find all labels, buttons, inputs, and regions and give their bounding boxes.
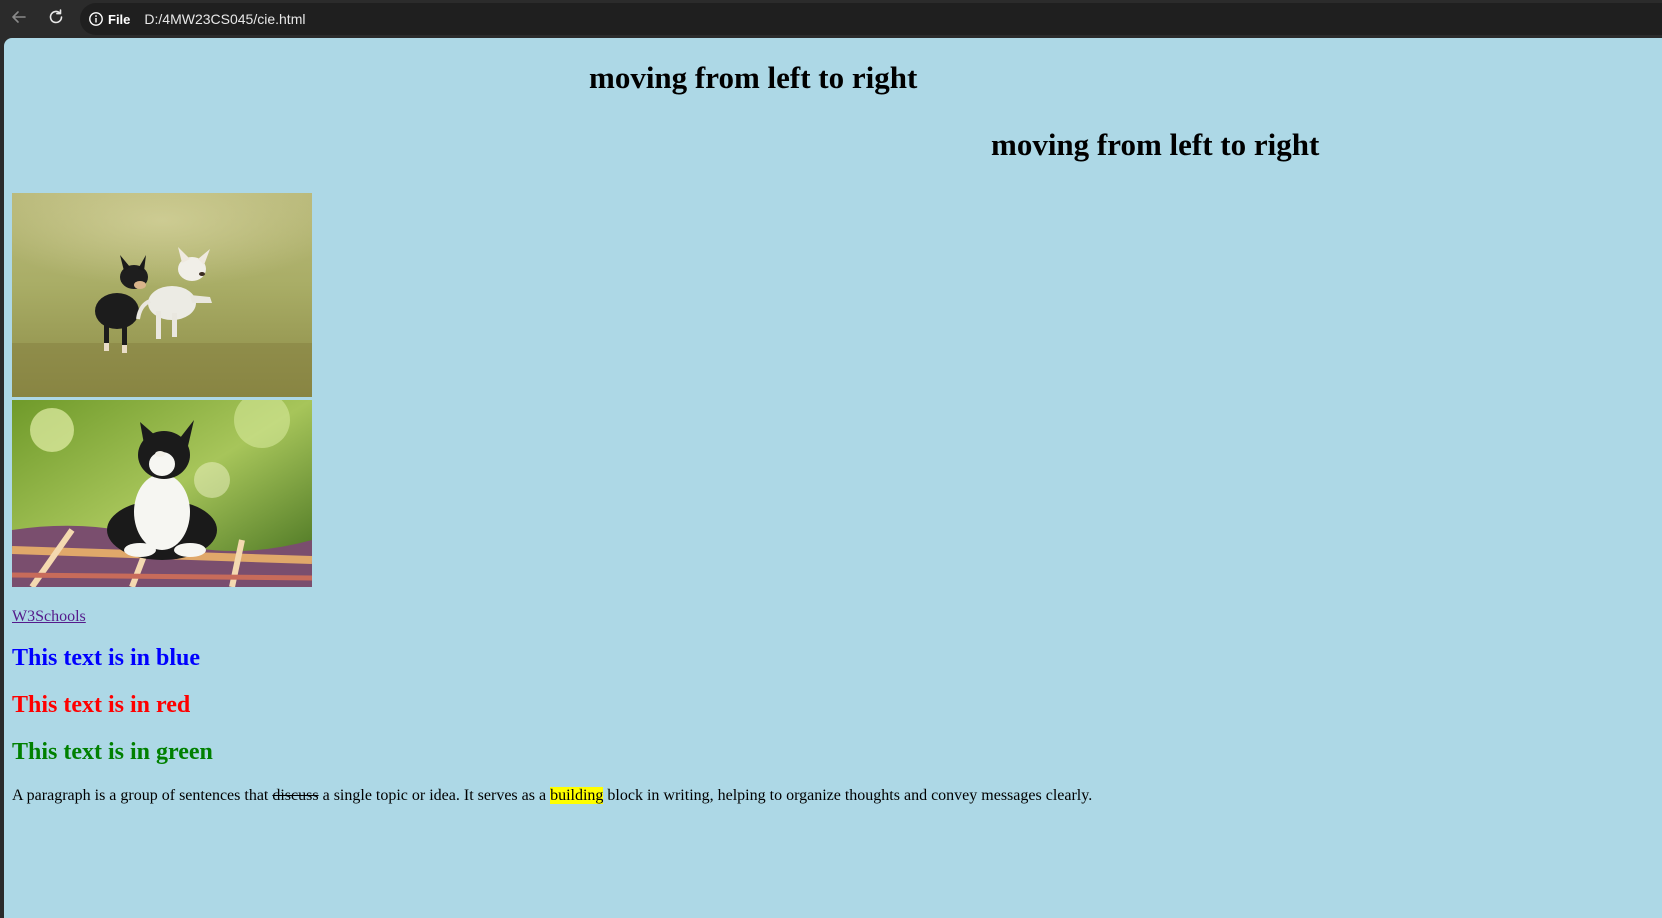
page-viewport: moving from left to right moving from le… bbox=[4, 38, 1662, 918]
marquee-heading-2: moving from left to right bbox=[991, 127, 1320, 162]
address-bar[interactable]: File D:/4MW23CS045/cie.html bbox=[80, 3, 1662, 35]
red-heading: This text is in red bbox=[12, 692, 191, 718]
reload-button[interactable] bbox=[43, 6, 69, 32]
marquee-heading-1: moving from left to right bbox=[589, 60, 918, 95]
back-arrow-icon bbox=[10, 8, 28, 31]
paragraph-text-1: A paragraph is a group of sentences that bbox=[12, 787, 273, 804]
w3schools-link[interactable]: W3Schools bbox=[12, 608, 86, 626]
back-button[interactable] bbox=[6, 6, 32, 32]
blue-heading: This text is in blue bbox=[12, 645, 201, 671]
url-text[interactable]: D:/4MW23CS045/cie.html bbox=[144, 11, 305, 27]
green-heading: This text is in green bbox=[12, 739, 213, 765]
strikethrough-word: discuss bbox=[272, 787, 319, 804]
dogs-image bbox=[12, 193, 312, 397]
info-icon bbox=[88, 11, 104, 27]
site-chip-label: File bbox=[108, 11, 131, 27]
browser-toolbar: File D:/4MW23CS045/cie.html bbox=[0, 0, 1662, 38]
paragraph-text-2: a single topic or idea. It serves as a bbox=[318, 787, 551, 804]
highlighted-word: building bbox=[550, 787, 604, 804]
paragraph-text-3: block in writing, helping to organize th… bbox=[603, 787, 1093, 804]
site-info-chip[interactable]: File bbox=[88, 7, 138, 31]
cat-image bbox=[12, 400, 312, 587]
reload-icon bbox=[47, 8, 65, 31]
paragraph: A paragraph is a group of sentences that… bbox=[12, 787, 1092, 805]
